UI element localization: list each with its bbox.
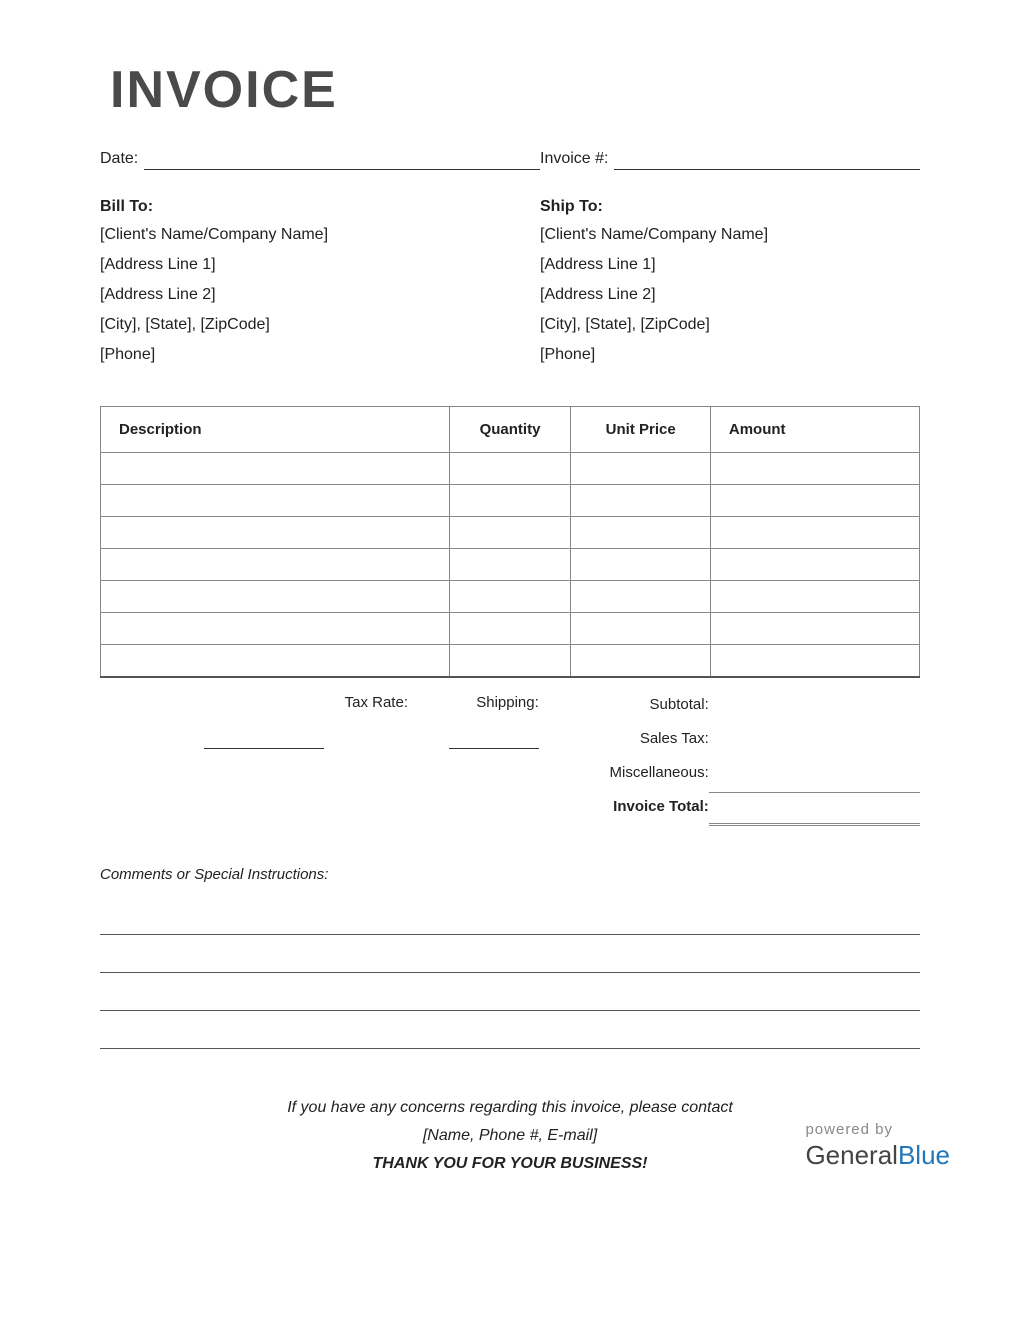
ship-to-section: Ship To: [Client's Name/Company Name] [A…	[540, 198, 920, 376]
header-unit-price: Unit Price	[571, 407, 710, 453]
sales-tax-value	[709, 722, 920, 756]
date-input[interactable]	[144, 148, 540, 170]
comment-line-input[interactable]	[100, 949, 920, 973]
qty-input[interactable]	[450, 645, 571, 676]
price-input[interactable]	[571, 485, 709, 516]
qty-input[interactable]	[450, 453, 571, 484]
comments-label: Comments or Special Instructions:	[100, 866, 920, 883]
amount-input[interactable]	[711, 517, 919, 548]
desc-input[interactable]	[101, 613, 449, 644]
price-input[interactable]	[571, 581, 709, 612]
tax-rate-input[interactable]	[204, 731, 324, 749]
bill-to-name: [Client's Name/Company Name]	[100, 226, 540, 244]
comment-line-input[interactable]	[100, 987, 920, 1011]
price-input[interactable]	[571, 549, 709, 580]
amount-input[interactable]	[711, 645, 919, 676]
qty-input[interactable]	[450, 549, 571, 580]
date-label: Date:	[100, 150, 138, 170]
miscellaneous-value	[709, 756, 920, 790]
ship-to-phone: [Phone]	[540, 346, 920, 364]
table-row	[101, 581, 920, 613]
table-row	[101, 453, 920, 485]
desc-input[interactable]	[101, 517, 449, 548]
desc-input[interactable]	[101, 581, 449, 612]
invoice-number-label: Invoice #:	[540, 150, 608, 170]
table-row	[101, 549, 920, 581]
powered-by-badge: powered by GeneralBlue	[805, 1121, 950, 1171]
ship-to-city: [City], [State], [ZipCode]	[540, 316, 920, 334]
invoice-total-label: Invoice Total:	[543, 790, 709, 824]
qty-input[interactable]	[450, 613, 571, 644]
bill-to-section: Bill To: [Client's Name/Company Name] [A…	[100, 198, 540, 376]
totals-area: Tax Rate: Shipping: Subtotal: Sales Tax:…	[100, 688, 920, 826]
table-row	[101, 645, 920, 677]
bill-to-phone: [Phone]	[100, 346, 540, 364]
table-row	[101, 485, 920, 517]
bill-to-addr2: [Address Line 2]	[100, 286, 540, 304]
ship-to-heading: Ship To:	[540, 198, 920, 216]
qty-input[interactable]	[450, 485, 571, 516]
amount-input[interactable]	[711, 453, 919, 484]
desc-input[interactable]	[101, 485, 449, 516]
price-input[interactable]	[571, 453, 709, 484]
amount-input[interactable]	[711, 581, 919, 612]
qty-input[interactable]	[450, 581, 571, 612]
qty-input[interactable]	[450, 517, 571, 548]
bill-to-heading: Bill To:	[100, 198, 540, 216]
invoice-number-input[interactable]	[614, 148, 920, 170]
table-row	[101, 613, 920, 645]
powered-by-label: powered by	[805, 1121, 950, 1138]
price-input[interactable]	[571, 645, 709, 676]
subtotal-value	[709, 688, 920, 722]
ship-to-addr2: [Address Line 2]	[540, 286, 920, 304]
subtotal-label: Subtotal:	[543, 688, 709, 722]
footer-concern-text: If you have any concerns regarding this …	[100, 1099, 920, 1117]
price-input[interactable]	[571, 613, 709, 644]
table-row	[101, 517, 920, 549]
desc-input[interactable]	[101, 645, 449, 676]
shipping-label: Shipping:	[476, 694, 539, 711]
invoice-title: INVOICE	[110, 60, 920, 120]
header-description: Description	[101, 407, 450, 453]
comments-section: Comments or Special Instructions:	[100, 866, 920, 1049]
price-input[interactable]	[571, 517, 709, 548]
desc-input[interactable]	[101, 549, 449, 580]
footer-thanks-text: THANK YOU FOR YOUR BUSINESS!	[100, 1155, 920, 1173]
desc-input[interactable]	[101, 453, 449, 484]
brand-name: GeneralBlue	[805, 1140, 950, 1171]
bill-to-addr1: [Address Line 1]	[100, 256, 540, 274]
header-quantity: Quantity	[449, 407, 571, 453]
footer: If you have any concerns regarding this …	[100, 1099, 920, 1173]
bill-to-city: [City], [State], [ZipCode]	[100, 316, 540, 334]
miscellaneous-label: Miscellaneous:	[543, 756, 709, 790]
tax-rate-label: Tax Rate:	[345, 694, 428, 711]
footer-contact-text: [Name, Phone #, E-mail]	[100, 1127, 920, 1145]
line-items-table: Description Quantity Unit Price Amount	[100, 406, 920, 678]
ship-to-name: [Client's Name/Company Name]	[540, 226, 920, 244]
amount-input[interactable]	[711, 485, 919, 516]
amount-input[interactable]	[711, 613, 919, 644]
ship-to-addr1: [Address Line 1]	[540, 256, 920, 274]
meta-row: Date: Invoice #:	[100, 148, 920, 170]
header-amount: Amount	[710, 407, 919, 453]
address-row: Bill To: [Client's Name/Company Name] [A…	[100, 198, 920, 376]
invoice-total-value	[709, 792, 920, 826]
sales-tax-label: Sales Tax:	[543, 722, 709, 756]
amount-input[interactable]	[711, 549, 919, 580]
comment-line-input[interactable]	[100, 1025, 920, 1049]
shipping-input[interactable]	[449, 731, 539, 749]
comment-line-input[interactable]	[100, 911, 920, 935]
